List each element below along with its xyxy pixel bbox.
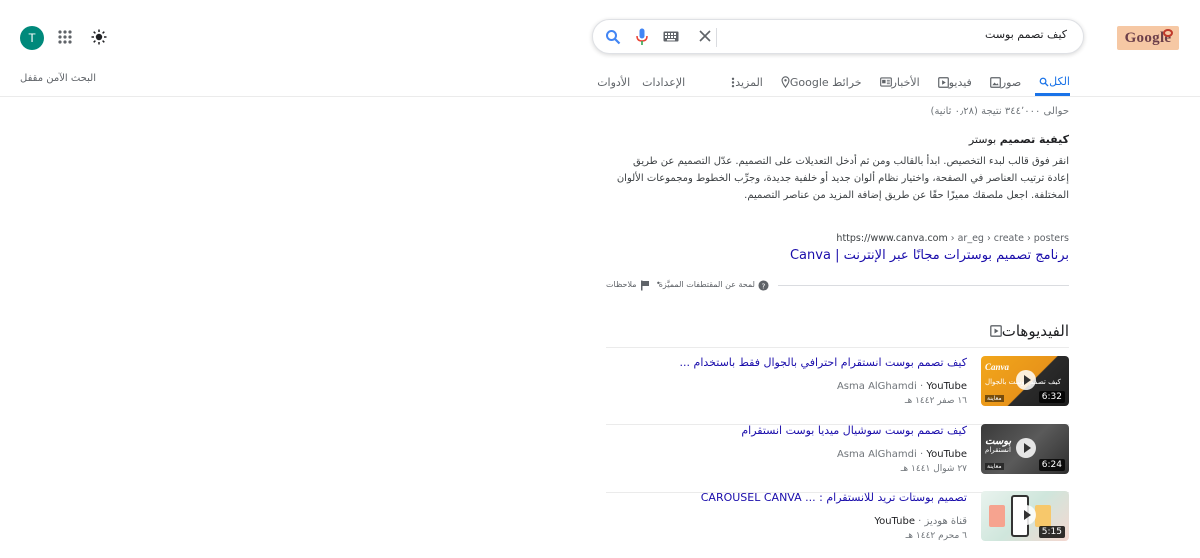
video-channel: Asma AlGhamdi: [836, 381, 917, 392]
video-item[interactable]: 5:15 تصميم بوستات تريد للانستقرام : ... …: [606, 491, 1069, 555]
close-icon[interactable]: [697, 28, 713, 44]
video-date: ٢٧ شوال ١٤٤١ هـ: [900, 464, 967, 474]
tab-label: الكل: [1049, 75, 1070, 88]
footer-line: [778, 285, 1069, 286]
video-source: YouTube: [874, 516, 915, 527]
help-icon[interactable]: ?: [758, 280, 769, 291]
search-input[interactable]: كيف تصمم بوست: [727, 28, 1067, 41]
tab-news[interactable]: الأخبار: [876, 72, 920, 92]
play-icon: [1016, 370, 1036, 390]
tab-label: المزيد: [735, 75, 763, 89]
about-featured-snippets-link[interactable]: لمحة عن المقتطفات المميَّزة: [659, 280, 755, 289]
video-title-link[interactable]: تصميم بوستات تريد للانستقرام : ... CAROU…: [701, 491, 967, 504]
tab-videos[interactable]: فيديو: [934, 72, 972, 92]
thumbnail-title: Canva: [985, 362, 1010, 372]
play-icon: [1016, 505, 1036, 525]
tab-label: الأخبار: [891, 75, 920, 89]
tab-label: الإعدادات: [642, 75, 686, 89]
video-channel: Asma AlGhamdi: [836, 449, 917, 460]
video-thumbnail[interactable]: 5:15: [981, 491, 1069, 541]
doodle-bow: [1163, 29, 1173, 37]
video-duration: 5:15: [1038, 526, 1065, 538]
video-date: ٦ محرم ١٤٤٢ هـ: [905, 531, 967, 541]
tab-more[interactable]: المزيد: [727, 72, 763, 92]
map-pin-icon: [781, 76, 790, 88]
safe-search-status[interactable]: البحث الآمن مقفل: [20, 73, 96, 84]
video-source: YouTube: [926, 381, 967, 392]
tab-maps[interactable]: خرائط Google: [777, 72, 862, 92]
snippet-title-bold: كيفية تصميم: [999, 133, 1069, 146]
more-vert-icon: [731, 77, 735, 87]
play-icon: [1016, 438, 1036, 458]
thumbnail-card: [989, 505, 1005, 527]
tab-label: خرائط Google: [789, 75, 862, 89]
video-duration: 6:24: [1038, 459, 1065, 471]
video-item[interactable]: بوست انستقرام معاينة 6:24 كيف تصمم بوست …: [606, 424, 1069, 493]
search-icon: [1039, 77, 1049, 87]
result-breadcrumb-url[interactable]: https://www.canva.com › ar_eg › create ›…: [836, 233, 1069, 244]
google-logo[interactable]: Google: [1117, 26, 1179, 50]
video-title-link[interactable]: كيف تصمم بوست سوشيال ميديا بوست انستقرام: [741, 424, 967, 437]
search-tabs: الكل صور فيديو الأخبار خرائط Google المز…: [597, 72, 1070, 96]
tab-images[interactable]: صور: [986, 72, 1021, 92]
video-channel: قناة هوديز: [924, 516, 967, 527]
keyboard-icon[interactable]: [663, 31, 679, 42]
thumbnail-card: [1035, 505, 1051, 527]
search-icon[interactable]: [605, 29, 621, 45]
video-duration: 6:32: [1038, 391, 1065, 403]
video-thumbnail[interactable]: Canva كيف تصمم بوست بالجوال معاينة 6:32: [981, 356, 1069, 406]
featured-snippet-footer: ? لمحة عن المقتطفات المميَّزة • ملاحظات: [606, 279, 1069, 293]
image-icon: [989, 76, 1001, 88]
url-domain: https://www.canva.com: [836, 233, 948, 244]
tab-label: الأدوات: [597, 75, 631, 89]
flag-icon[interactable]: [640, 280, 650, 291]
apps-grid-icon[interactable]: [58, 30, 72, 44]
microphone-icon[interactable]: [635, 28, 649, 46]
featured-snippet-title: كيفية تصميم بوستر: [969, 133, 1069, 146]
videos-divider: [606, 347, 1069, 348]
video-icon: [989, 325, 1002, 337]
thumbnail-badge: معاينة: [985, 463, 1004, 470]
header-divider: [0, 96, 1200, 97]
snippet-title-rest: بوستر: [968, 133, 1000, 146]
result-title-link[interactable]: برنامج تصميم بوسترات مجانًا عبر الإنترنت…: [790, 248, 1069, 263]
video-source: YouTube: [926, 449, 967, 460]
video-date: ١٦ صفر ١٤٤٢ هـ: [904, 396, 967, 406]
videos-section-heading: الفيديوهات: [984, 322, 1069, 340]
thumbnail-badge: معاينة: [985, 395, 1004, 402]
tab-label: فيديو: [948, 75, 972, 89]
video-item[interactable]: Canva كيف تصمم بوست بالجوال معاينة 6:32 …: [606, 356, 1069, 425]
video-thumbnail[interactable]: بوست انستقرام معاينة 6:24: [981, 424, 1069, 474]
tab-label: صور: [1000, 75, 1022, 89]
svg-text:?: ?: [762, 281, 766, 290]
account-avatar[interactable]: T: [20, 26, 44, 50]
video-meta: Asma AlGhamdi · YouTube: [836, 449, 967, 460]
video-title-link[interactable]: كيف تصمم بوست انستقرام احترافي بالجوال ف…: [680, 356, 967, 369]
tab-settings[interactable]: الإعدادات: [642, 72, 685, 92]
news-icon: [879, 77, 892, 87]
search-divider: [716, 28, 717, 47]
video-icon: [937, 76, 949, 88]
featured-snippet-text: انقر فوق قالب لبدء التخصيص. ابدأ بالقالب…: [616, 156, 1069, 201]
tab-tools[interactable]: الأدوات: [597, 72, 630, 92]
video-meta: قناة هوديز · YouTube: [874, 516, 967, 527]
video-meta: Asma AlGhamdi · YouTube: [836, 381, 967, 392]
dot-separator: •: [656, 279, 661, 288]
feedback-link[interactable]: ملاحظات: [606, 280, 637, 289]
url-path: › ar_eg › create › posters: [947, 233, 1069, 244]
tab-all[interactable]: الكل: [1035, 72, 1070, 96]
result-stats: حوالى ٣٤٤٬٠٠٠ نتيجة (٠٫٢٨ ثانية): [930, 106, 1069, 117]
sun-icon[interactable]: [91, 29, 107, 45]
thumbnail-subtitle: انستقرام: [985, 446, 1011, 454]
videos-heading-label: الفيديوهات: [1001, 322, 1069, 340]
search-box[interactable]: كيف تصمم بوست: [592, 19, 1084, 54]
